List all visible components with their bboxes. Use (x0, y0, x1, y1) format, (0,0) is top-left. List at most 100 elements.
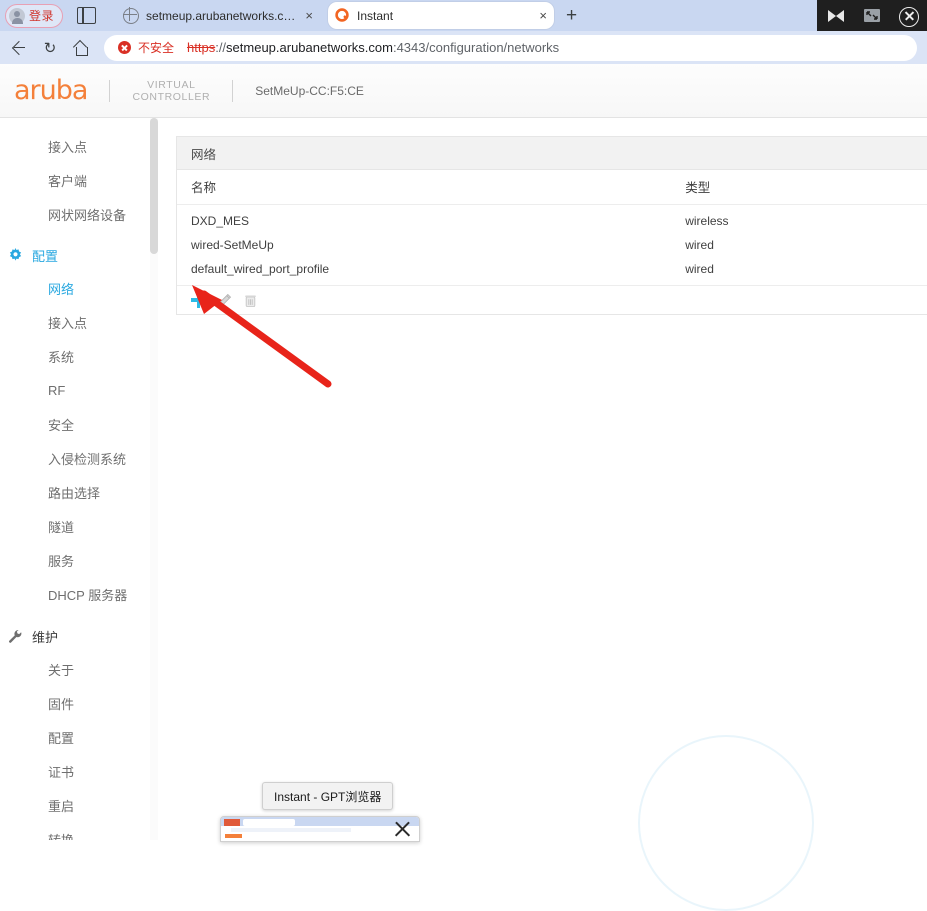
sidebar-item-rf[interactable]: RF (0, 373, 150, 407)
sidebar-label: DHCP 服务器 (48, 587, 128, 603)
controller-name: SetMeUp-CC:F5:CE (255, 83, 364, 98)
virtual-controller-label: VIRTUAL CONTROLLER (132, 79, 210, 103)
sidebar-label: RF (48, 382, 66, 398)
sidebar-label: 接入点 (48, 139, 88, 155)
sidebar-item-access-points-top[interactable]: 接入点 (0, 129, 150, 163)
networks-table-toolbar (177, 285, 927, 314)
account-login-button[interactable]: 登录 (5, 3, 64, 28)
taskbar-tooltip-label: Instant - GPT浏览器 (274, 789, 382, 804)
sidebar-item-convert[interactable]: 转换 (0, 822, 150, 841)
decorative-circle (638, 735, 814, 911)
sidebar-item-access-points[interactable]: 接入点 (0, 305, 150, 339)
sidebar-item-about[interactable]: 关于 (0, 652, 150, 686)
networks-panel: 网络 名称 类型 DXD_MES wireless wired-SetMeUp (176, 136, 927, 315)
cell-network-type: wired (685, 257, 927, 285)
sidebar-item-security[interactable]: 安全 (0, 407, 150, 441)
sidebar-item-configuration[interactable]: 配置 (0, 720, 150, 754)
sidebar: 接入点 客户端 网状网络设备 配置 网络 接入点 系统 RF 安全 入侵检测系统… (0, 118, 150, 840)
url-text: https://setmeup.arubanetworks.com:4343/c… (187, 40, 559, 55)
sidebar-label: 客户端 (48, 173, 88, 189)
not-secure-label: 不安全 (138, 41, 175, 55)
restore-icon[interactable] (861, 5, 883, 27)
sidebar-item-system[interactable]: 系统 (0, 339, 150, 373)
sidebar-item-networks[interactable]: 网络 (0, 271, 150, 305)
table-row[interactable]: DXD_MES wireless (177, 204, 927, 233)
column-header-type[interactable]: 类型 (685, 170, 927, 205)
sidebar-label: 转换 (48, 832, 75, 841)
sidebar-label: 路由选择 (48, 485, 101, 501)
sidebar-label: 固件 (48, 696, 75, 712)
window-controls (817, 0, 927, 31)
header-divider-1 (109, 79, 111, 102)
url-path: :4343/configuration/networks (392, 40, 560, 55)
collapse-icon[interactable] (825, 5, 847, 27)
table-row[interactable]: default_wired_port_profile wired (177, 257, 927, 285)
url-scheme: https (187, 40, 216, 55)
url-separator: :// (215, 40, 227, 55)
sidebar-label: 服务 (48, 553, 75, 569)
sidebar-scrollbar-thumb[interactable] (150, 118, 158, 254)
sidebar-item-reboot[interactable]: 重启 (0, 788, 150, 822)
browser-tab-0[interactable]: setmeup.arubanetworks.com × (116, 3, 320, 29)
delete-network-button[interactable] (243, 293, 258, 308)
thumbnail-aruba-logo (225, 834, 242, 838)
url-domain: setmeup.arubanetworks.com (226, 40, 393, 55)
sidebar-label: 网络 (48, 281, 75, 297)
browser-tab-0-close-icon[interactable]: × (305, 9, 313, 22)
sidebar-label: 安全 (48, 417, 75, 433)
add-network-button[interactable] (191, 292, 206, 308)
taskbar-thumbnail-preview[interactable] (220, 816, 420, 842)
virtual-controller-line1: VIRTUAL (147, 78, 196, 91)
header-divider-2 (232, 79, 234, 102)
avatar-icon (9, 7, 25, 24)
sidebar-label: 接入点 (48, 315, 88, 331)
sidebar-item-services[interactable]: 服务 (0, 543, 150, 577)
content-area: 网络 名称 类型 DXD_MES wireless wired-SetMeUp (159, 118, 927, 840)
close-icon[interactable] (897, 5, 919, 27)
edit-network-button[interactable] (217, 293, 232, 308)
browser-tab-1-close-icon[interactable]: × (539, 9, 547, 22)
back-arrow-icon[interactable] (4, 34, 32, 62)
sidebar-item-tunneling[interactable]: 隧道 (0, 509, 150, 543)
cell-network-type: wired (685, 233, 927, 257)
cell-network-type: wireless (685, 204, 927, 233)
sidebar-item-firmware[interactable]: 固件 (0, 686, 150, 720)
thumbnail-address-bar (231, 828, 351, 832)
side-panel-icon[interactable] (77, 7, 97, 24)
app-header: aruba VIRTUAL CONTROLLER SetMeUp-CC:F5:C… (0, 64, 927, 118)
sidebar-group-label: 配置 (32, 248, 59, 264)
sidebar-item-dhcp-server[interactable]: DHCP 服务器 (0, 577, 150, 611)
thumbnail-tab (243, 818, 295, 826)
sidebar-group-label: 维护 (32, 629, 59, 645)
browser-tab-1[interactable]: Instant × (328, 2, 555, 29)
sidebar-label: 关于 (48, 662, 75, 678)
cell-network-name: DXD_MES (177, 204, 686, 233)
sidebar-item-clients[interactable]: 客户端 (0, 163, 150, 197)
sidebar-label: 配置 (48, 730, 75, 746)
networks-panel-title: 网络 (177, 137, 927, 170)
column-header-name[interactable]: 名称 (177, 170, 686, 205)
address-bar[interactable]: 不安全 https://setmeup.arubanetworks.com:43… (104, 34, 917, 61)
cell-network-name: wired-SetMeUp (177, 233, 686, 257)
sidebar-item-routing[interactable]: 路由选择 (0, 475, 150, 509)
sidebar-item-certificates[interactable]: 证书 (0, 754, 150, 788)
new-tab-button[interactable]: + (566, 6, 577, 25)
table-header-row: 名称 类型 (177, 170, 927, 205)
thumbnail-logo (224, 818, 240, 826)
browser-toolbar: ↻ 不安全 https://setmeup.arubanetworks.com:… (0, 31, 927, 64)
sidebar-group-maintenance[interactable]: 维护 (0, 620, 150, 652)
thumbnail-close-icon[interactable] (394, 821, 411, 838)
aruba-instant-app: aruba VIRTUAL CONTROLLER SetMeUp-CC:F5:C… (0, 64, 927, 840)
networks-table: 名称 类型 DXD_MES wireless wired-SetMeUp wir… (177, 170, 927, 285)
browser-tab-strip: 登录 setmeup.arubanetworks.com × Instant ×… (0, 0, 927, 31)
gear-icon (8, 247, 23, 263)
sidebar-group-configuration[interactable]: 配置 (0, 239, 150, 271)
taskbar-tooltip: Instant - GPT浏览器 (262, 782, 394, 810)
home-icon[interactable] (68, 34, 96, 62)
sidebar-label: 隧道 (48, 519, 75, 535)
sidebar-item-ids[interactable]: 入侵检测系统 (0, 441, 150, 475)
sidebar-label: 证书 (48, 764, 75, 780)
sidebar-item-mesh-devices[interactable]: 网状网络设备 (0, 197, 150, 231)
reload-icon[interactable]: ↻ (36, 34, 64, 62)
table-row[interactable]: wired-SetMeUp wired (177, 233, 927, 257)
